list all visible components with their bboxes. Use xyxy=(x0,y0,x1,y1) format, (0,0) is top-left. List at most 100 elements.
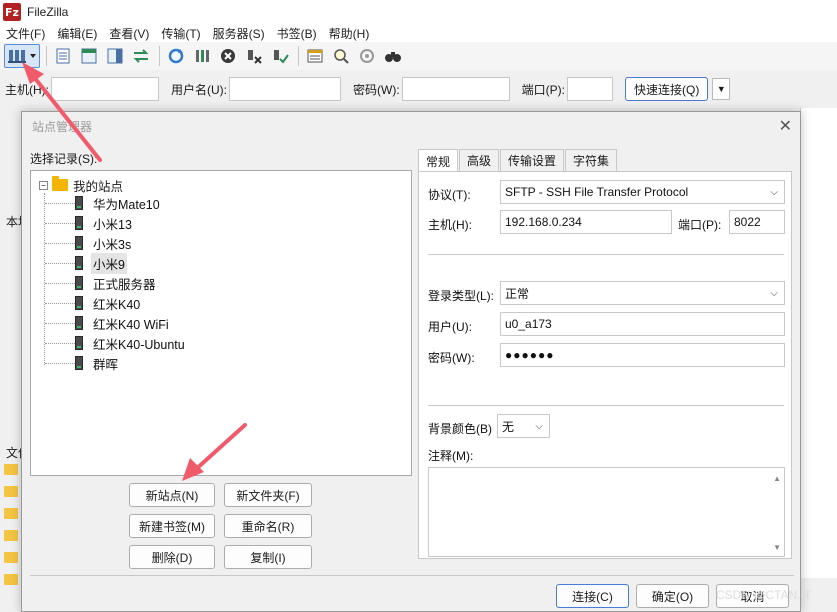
remote-tree-icon[interactable] xyxy=(103,44,127,68)
port-field[interactable]: 8022 xyxy=(729,210,785,234)
divider xyxy=(428,405,784,406)
protocol-select[interactable]: SFTP - SSH File Transfer Protocol ⌵ xyxy=(500,180,785,204)
site-item-selected[interactable]: 小米9 xyxy=(45,252,187,274)
quickconnect-user-label: 用户名(U): xyxy=(171,82,227,97)
select-entry-label: 选择记录(S): xyxy=(30,152,98,166)
folder-icon xyxy=(4,552,18,563)
disconnect-icon[interactable] xyxy=(242,44,266,68)
reconnect-icon[interactable] xyxy=(268,44,292,68)
cancel-icon[interactable] xyxy=(216,44,240,68)
process-queue-glyph xyxy=(196,50,209,62)
site-item-label: 红米K40 xyxy=(93,297,141,312)
site-item[interactable]: 群晖 xyxy=(45,353,187,373)
user-field[interactable]: u0_a173 xyxy=(500,312,785,336)
folder-icon xyxy=(4,574,18,585)
rename-button[interactable]: 重命名(R) xyxy=(224,514,312,538)
copy-button[interactable]: 复制(I) xyxy=(224,545,312,569)
site-item-label: 红米K40-Ubuntu xyxy=(93,337,185,352)
site-item[interactable]: 小米13 xyxy=(45,213,187,233)
new-folder-button[interactable]: 新文件夹(F) xyxy=(224,483,312,507)
quickconnect-host-label: 主机(H): xyxy=(5,82,49,97)
directory-listing-filter-icon[interactable] xyxy=(303,44,327,68)
local-tree-glyph xyxy=(81,48,97,64)
tab-advanced[interactable]: 高级 xyxy=(459,149,500,171)
refresh-icon[interactable] xyxy=(164,44,188,68)
menu-help[interactable]: 帮助(H) xyxy=(323,25,376,42)
site-manager-dialog: 站点管理器 ✕ 选择记录(S): − 我的站点 华为Mate10 小米13 小米… xyxy=(21,111,801,612)
bg-color-select[interactable]: 无 ⌵ xyxy=(497,414,550,438)
close-icon[interactable]: ✕ xyxy=(779,116,792,136)
menu-file[interactable]: 文件(F) xyxy=(0,25,51,42)
tree-root-my-sites[interactable]: − 我的站点 xyxy=(39,176,123,194)
server-icon xyxy=(75,356,83,370)
menu-edit[interactable]: 编辑(E) xyxy=(51,25,103,42)
site-list: 华为Mate10 小米13 小米3s 小米9 正式服务器 红米K40 红米K40… xyxy=(45,193,187,373)
login-type-select[interactable]: 正常 ⌵ xyxy=(500,281,785,305)
server-icon xyxy=(75,256,83,270)
message-log-icon[interactable] xyxy=(51,44,75,68)
quickconnect-user-input[interactable] xyxy=(229,77,341,101)
process-queue-icon[interactable] xyxy=(190,44,214,68)
site-item-label: 小米13 xyxy=(93,217,132,232)
quickconnect-host-input[interactable] xyxy=(51,77,159,101)
site-manager-button[interactable] xyxy=(4,44,40,68)
site-item[interactable]: 红米K40-Ubuntu xyxy=(45,333,187,353)
site-tree[interactable]: − 我的站点 华为Mate10 小米13 小米3s 小米9 正式服务器 红米K4… xyxy=(30,170,412,476)
menu-server[interactable]: 服务器(S) xyxy=(207,25,271,42)
new-bookmark-button[interactable]: 新建书签(M) xyxy=(129,514,215,538)
folder-icon xyxy=(52,176,68,191)
quickconnect-dropdown-button[interactable]: ▼ xyxy=(712,78,731,100)
transfer-queue-icon[interactable] xyxy=(129,44,153,68)
comment-textarea[interactable]: ▲ ▼ xyxy=(428,467,785,557)
search-icon[interactable] xyxy=(329,44,353,68)
ok-button[interactable]: 确定(O) xyxy=(636,584,709,608)
background-folder-list xyxy=(4,464,20,596)
transfer-queue-glyph xyxy=(133,49,149,63)
delete-button[interactable]: 删除(D) xyxy=(129,545,215,569)
password-field[interactable]: ●●●●●● xyxy=(500,343,785,367)
menu-view[interactable]: 查看(V) xyxy=(103,25,155,42)
host-field[interactable]: 192.168.0.234 xyxy=(500,210,672,234)
site-item[interactable]: 小米3s xyxy=(45,233,187,253)
folder-icon xyxy=(4,486,18,497)
site-item[interactable]: 华为Mate10 xyxy=(45,193,187,213)
find-files-binoculars-icon[interactable] xyxy=(381,44,405,68)
search-glyph xyxy=(334,49,349,64)
tab-general[interactable]: 常规 xyxy=(418,149,459,172)
remote-tree-glyph xyxy=(107,48,123,64)
connect-button[interactable]: 连接(C) xyxy=(556,584,629,608)
local-tree-icon[interactable] xyxy=(77,44,101,68)
toolbar xyxy=(0,42,837,70)
quickconnect-pass-input[interactable] xyxy=(401,77,510,101)
server-icon xyxy=(75,316,83,330)
site-item[interactable]: 红米K40 WiFi xyxy=(45,313,187,333)
new-site-button[interactable]: 新站点(N) xyxy=(129,483,215,507)
protocol-value: SFTP - SSH File Transfer Protocol xyxy=(505,185,689,199)
server-icon xyxy=(75,276,83,290)
synchronized-browsing-icon[interactable] xyxy=(355,44,379,68)
tab-transfer-settings[interactable]: 传输设置 xyxy=(500,149,565,171)
quickconnect-bar: 主机(H): 用户名(U): 密码(W): 端口(P): 快速连接(Q) ▼ xyxy=(0,72,837,106)
message-log-glyph xyxy=(56,48,70,64)
toolbar-separator xyxy=(159,46,160,66)
port-label: 端口(P): xyxy=(678,218,722,232)
scroll-up-icon[interactable]: ▲ xyxy=(773,474,781,483)
quickconnect-port-input[interactable] xyxy=(567,77,613,101)
divider xyxy=(428,254,784,255)
site-item[interactable]: 正式服务器 xyxy=(45,273,187,293)
chevron-down-icon: ⌵ xyxy=(770,186,778,198)
tab-charset[interactable]: 字符集 xyxy=(565,149,618,171)
quickconnect-button[interactable]: 快速连接(Q) xyxy=(625,77,709,101)
site-item[interactable]: 红米K40 xyxy=(45,293,187,313)
chevron-down-icon: ⌵ xyxy=(770,287,778,299)
scroll-down-icon[interactable]: ▼ xyxy=(773,543,781,552)
folder-icon xyxy=(4,464,18,475)
server-icon xyxy=(75,216,83,230)
menu-transfer[interactable]: 传输(T) xyxy=(155,25,206,42)
site-item-label: 小米9 xyxy=(91,252,127,274)
menu-bar: 文件(F) 编辑(E) 查看(V) 传输(T) 服务器(S) 书签(B) 帮助(… xyxy=(0,24,837,42)
folder-icon xyxy=(4,530,18,541)
login-type-label: 登录类型(L): xyxy=(428,289,495,303)
collapse-icon[interactable]: − xyxy=(39,180,48,190)
menu-bookmarks[interactable]: 书签(B) xyxy=(271,25,323,42)
